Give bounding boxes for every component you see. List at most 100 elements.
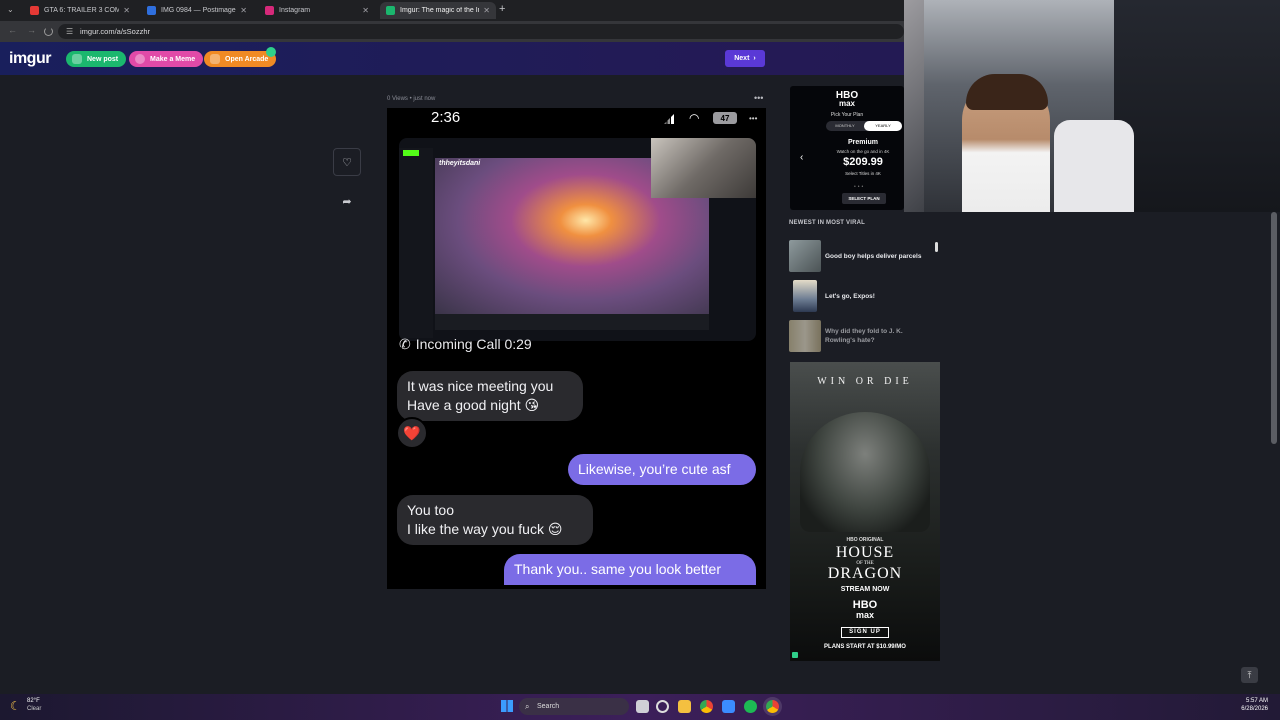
file-explorer-icon[interactable] [678, 700, 691, 713]
share-button[interactable]: ➦ [333, 187, 361, 215]
select-plan-label: SELECT PLAN [848, 196, 880, 201]
url-field[interactable]: ☰ imgur.com/a/sSozzhr [58, 24, 904, 39]
more-options-icon[interactable]: ••• [754, 93, 763, 103]
heart-icon: ♡ [342, 156, 352, 169]
new-post-button[interactable]: New post [66, 51, 127, 67]
ad-hbo-original: HBO ORIGINAL [846, 537, 884, 543]
stream-sidebar [399, 148, 433, 338]
stream-screenshot: thheyitsdani [399, 138, 756, 341]
select-plan-button[interactable]: SELECT PLAN [842, 193, 886, 204]
page-scrollbar[interactable] [1271, 212, 1277, 444]
plan-note: Select Titles in 4K [845, 171, 881, 176]
taskbar-search[interactable]: ⌕ Search [519, 698, 629, 715]
clock-date[interactable]: 6/28/2026 [1226, 706, 1268, 712]
hbo-plan-ad[interactable]: HBO max Pick Your Plan MONTHLY YEARLY ‹ … [790, 86, 904, 210]
viral-item[interactable]: Good boy helps deliver parcels [789, 240, 939, 274]
tab-instagram[interactable]: Instagram ✕ [259, 2, 375, 19]
photos-icon[interactable] [722, 700, 735, 713]
ad-headline: Pick Your Plan [830, 112, 864, 118]
site-info-icon[interactable]: ☰ [66, 24, 73, 39]
incoming-call-row: ✆ Incoming Call 0:29 [399, 336, 532, 353]
tab-postimages[interactable]: IMG 0984 — Postimages ✕ [141, 2, 253, 19]
new-tab-plus-icon[interactable]: + [499, 3, 505, 15]
battery-indicator: 47 [713, 112, 737, 124]
house-of-dragon-ad[interactable]: WIN OR DIE HBO ORIGINAL HOUSE OF THE DRA… [790, 362, 940, 661]
tab-imgur[interactable]: Imgur: The magic of the Interne ✕ [380, 2, 496, 19]
chrome-icon[interactable] [700, 700, 713, 713]
sign-up-label: SIGN UP [849, 629, 881, 635]
weather-temp[interactable]: 82°F [27, 698, 40, 704]
viral-item[interactable]: Why did they fold to J. K. Rowling's hat… [789, 320, 939, 354]
ad-price: PLANS START AT $10.99/MO [824, 644, 906, 650]
carousel-prev-icon[interactable]: ‹ [800, 152, 803, 163]
chrome-active-icon[interactable] [766, 700, 779, 713]
incoming-call-text: Incoming Call 0:29 [415, 336, 532, 352]
gamepad-icon [210, 54, 220, 64]
tab-list-chevron-icon[interactable]: ⌄ [7, 5, 14, 14]
viral-title: Let's go, Expos! [825, 293, 875, 300]
clock-time[interactable]: 5:57 AM [1232, 698, 1268, 704]
meme-icon [135, 54, 145, 64]
tab-label: IMG 0984 — Postimages [161, 7, 237, 14]
windows-start-icon[interactable] [501, 700, 513, 712]
viral-thumbnail [789, 320, 821, 352]
heart-reaction: ❤️ [396, 417, 428, 449]
loading-spinner-icon[interactable] [44, 27, 53, 36]
close-icon[interactable]: ✕ [483, 6, 490, 15]
phone-icon: ✆ [399, 336, 411, 352]
weather-desc[interactable]: Clear [27, 706, 41, 712]
favorite-button[interactable]: ♡ [333, 148, 361, 176]
toggle-yearly[interactable]: YEARLY [864, 121, 902, 131]
toggle-monthly[interactable]: MONTHLY [826, 121, 864, 131]
close-icon[interactable]: ✕ [362, 6, 369, 15]
ad-stream-now: STREAM NOW [840, 586, 890, 593]
stream-bottom-bar [435, 314, 709, 330]
plan-price: $209.99 [843, 156, 883, 168]
scroll-to-top-button[interactable]: ⤒ [1241, 667, 1258, 683]
close-icon[interactable]: ✕ [240, 6, 247, 15]
viral-title: Good boy helps deliver parcels [825, 253, 922, 260]
youtube-icon [30, 6, 39, 15]
task-view-icon[interactable] [636, 700, 649, 713]
phone-clock: 2:36 [431, 109, 461, 126]
imgur-icon [386, 6, 395, 15]
signal-icon [664, 114, 674, 124]
plus-icon [72, 54, 82, 64]
sign-up-button[interactable]: SIGN UP [841, 627, 889, 638]
close-icon[interactable]: ✕ [123, 6, 130, 15]
wifi-icon: ◠ [689, 111, 700, 125]
search-icon: ⌕ [525, 702, 530, 711]
weather-moon-icon[interactable]: ☾ [10, 699, 21, 713]
back-arrow-icon[interactable]: ← [8, 25, 17, 35]
imgur-logo[interactable]: imgur [9, 50, 51, 68]
make-meme-label: Make a Meme [150, 55, 196, 63]
message-line: You too [407, 502, 454, 518]
tab-gta[interactable]: GTA 6: TRAILER 3 COMPLETO! | ✕ [24, 2, 136, 19]
viral-heading: NEWEST IN MOST VIRAL [789, 220, 865, 226]
windows-taskbar: ☾ 82°F Clear ⌕ Search 5:57 AM 6/28/2026 [0, 694, 1280, 720]
viral-thumbnail [793, 280, 817, 312]
open-arcade-label: Open Arcade [225, 55, 269, 63]
adchoices-icon[interactable] [792, 652, 798, 658]
plan-toggle[interactable]: MONTHLY YEARLY [826, 121, 902, 131]
viral-scroll-thumb[interactable] [935, 242, 938, 252]
arcade-badge-icon [266, 47, 276, 57]
share-arrow-icon: ➦ [342, 195, 352, 208]
webcam-overlay [904, 0, 1280, 212]
message-bubble-incoming: It was nice meeting you Have a good nigh… [397, 371, 583, 421]
forward-arrow-icon[interactable]: → [27, 25, 36, 35]
message-bubble-outgoing: Thank you.. same you look better [504, 554, 756, 585]
viral-item[interactable]: Let's go, Expos! [789, 280, 939, 314]
new-post-label: New post [87, 55, 119, 63]
url-text: imgur.com/a/sSozzhr [80, 27, 151, 36]
next-post-button[interactable]: Next › [725, 50, 765, 67]
xbox-icon[interactable] [656, 700, 669, 713]
tab-label: Instagram [279, 7, 311, 14]
message-line: It was nice meeting you [407, 378, 554, 394]
post-image: 2:36 ◠ 47 ••• thheyitsdani ✆ Incoming Cal… [387, 108, 766, 589]
arrow-up-icon: ⤒ [1247, 669, 1252, 680]
spotify-icon[interactable] [744, 700, 757, 713]
make-meme-button[interactable]: Make a Meme [129, 51, 204, 67]
post-meta: 0 Views • just now [387, 96, 436, 102]
viral-title: Why did they fold to J. K. Rowling's hat… [825, 328, 903, 344]
